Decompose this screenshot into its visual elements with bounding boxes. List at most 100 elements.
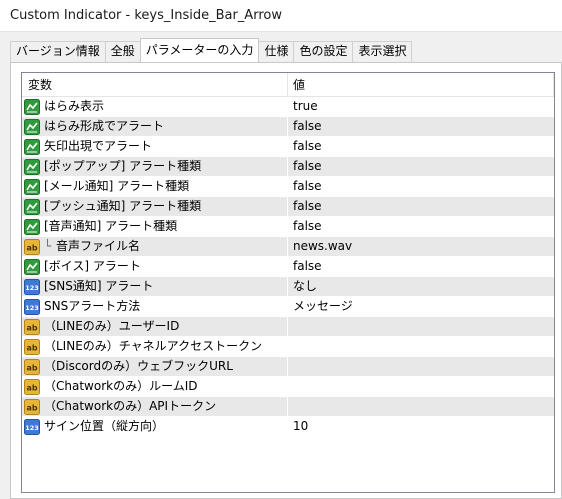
tree-indent-line: └ xyxy=(44,239,52,253)
value-cell[interactable] xyxy=(288,397,554,416)
value-cell[interactable] xyxy=(288,357,554,376)
svg-text:ab: ab xyxy=(26,383,37,392)
value-cell[interactable] xyxy=(288,317,554,336)
table-row[interactable]: はらみ表示 true xyxy=(22,97,554,117)
svg-text:ab: ab xyxy=(26,363,37,372)
table-row[interactable]: 123 サイン位置（縦方向） 10 xyxy=(22,417,554,437)
boolean-icon xyxy=(24,258,40,275)
tab-specification[interactable]: 仕様 xyxy=(258,41,295,62)
svg-text:ab: ab xyxy=(26,403,37,412)
table-row[interactable]: ab （Chatworkのみ）APIトークン xyxy=(22,397,554,417)
boolean-icon xyxy=(24,98,40,115)
variable-cell: [メール通知] アラート種類 xyxy=(22,177,288,196)
variable-cell: 123 サイン位置（縦方向） xyxy=(22,417,288,436)
value-cell[interactable]: false xyxy=(288,177,554,196)
variable-cell: ab （Chatworkのみ）APIトークン xyxy=(22,397,288,416)
variable-cell: ab （Chatworkのみ）ルームID xyxy=(22,377,288,396)
value-cell[interactable]: 10 xyxy=(288,417,554,436)
window-title: Custom Indicator - keys_Inside_Bar_Arrow xyxy=(0,0,562,32)
string-icon: ab xyxy=(24,398,40,415)
table-row[interactable]: [プッシュ通知] アラート種類 false xyxy=(22,197,554,217)
tab-color-settings[interactable]: 色の設定 xyxy=(293,41,354,62)
variable-cell: [プッシュ通知] アラート種類 xyxy=(22,197,288,216)
variable-cell: [ボイス] アラート xyxy=(22,257,288,276)
svg-text:ab: ab xyxy=(26,323,37,332)
value-cell[interactable]: false xyxy=(288,157,554,176)
value-cell[interactable]: news.wav xyxy=(288,237,554,256)
svg-text:ab: ab xyxy=(26,343,37,352)
table-row[interactable]: 矢印出現でアラート false xyxy=(22,137,554,157)
tab-bar: バージョン情報 全般 パラメーターの入力 仕様 色の設定 表示選択 xyxy=(10,38,413,62)
variable-cell: 123 [SNS通知] アラート xyxy=(22,277,288,296)
value-cell[interactable]: false xyxy=(288,117,554,136)
value-cell[interactable]: false xyxy=(288,197,554,216)
table-row[interactable]: [ポップアップ] アラート種類 false xyxy=(22,157,554,177)
variable-cell: ab （Discordのみ）ウェブフックURL xyxy=(22,357,288,376)
svg-text:123: 123 xyxy=(25,304,39,312)
grid-rows: はらみ表示 true はらみ形成でアラート false 矢印出現でアラート false [ポ… xyxy=(22,97,554,437)
table-row[interactable]: 123 SNSアラート方法 メッセージ xyxy=(22,297,554,317)
header-value[interactable]: 値 xyxy=(288,73,554,96)
tab-input-parameters[interactable]: パラメーターの入力 xyxy=(139,38,260,62)
integer-icon: 123 xyxy=(24,298,40,315)
table-row[interactable]: ab （LINEのみ）ユーザーID xyxy=(22,317,554,337)
tab-panel: 変数 値 はらみ表示 true はらみ形成でアラート false 矢印出現でアラート fa… xyxy=(10,62,562,499)
table-row[interactable]: [メール通知] アラート種類 false xyxy=(22,177,554,197)
value-cell[interactable]: なし xyxy=(288,277,554,296)
value-cell[interactable]: false xyxy=(288,257,554,276)
variable-name: （Discordのみ）ウェブフックURL xyxy=(44,359,233,373)
variable-name: サイン位置（縦方向） xyxy=(44,419,165,433)
integer-icon: 123 xyxy=(24,278,40,295)
table-row[interactable]: [ボイス] アラート false xyxy=(22,257,554,277)
value-cell[interactable] xyxy=(288,377,554,396)
variable-name: （Chatworkのみ）ルームID xyxy=(44,379,198,393)
variable-cell: はらみ表示 xyxy=(22,97,288,116)
value-cell[interactable] xyxy=(288,337,554,356)
string-icon: ab xyxy=(24,318,40,335)
variable-name: はらみ形成でアラート xyxy=(44,119,165,133)
variable-cell: はらみ形成でアラート xyxy=(22,117,288,136)
svg-text:ab: ab xyxy=(26,243,37,252)
table-row[interactable]: [音声通知] アラート種類 false xyxy=(22,217,554,237)
tab-version-info[interactable]: バージョン情報 xyxy=(10,41,106,62)
table-row[interactable]: ab └ 音声ファイル名 news.wav xyxy=(22,237,554,257)
value-cell[interactable]: メッセージ xyxy=(288,297,554,316)
variable-name: [メール通知] アラート種類 xyxy=(44,179,190,193)
variable-cell: 矢印出現でアラート xyxy=(22,137,288,156)
variable-name: [ポップアップ] アラート種類 xyxy=(44,159,202,173)
table-row[interactable]: ab （Discordのみ）ウェブフックURL xyxy=(22,357,554,377)
tab-general[interactable]: 全般 xyxy=(104,41,141,62)
variable-cell: ab （LINEのみ）ユーザーID xyxy=(22,317,288,336)
table-row[interactable]: 123 [SNS通知] アラート なし xyxy=(22,277,554,297)
string-icon: ab xyxy=(24,358,40,375)
variable-name: （Chatworkのみ）APIトークン xyxy=(44,399,217,413)
boolean-icon xyxy=(24,198,40,215)
value-cell[interactable]: false xyxy=(288,217,554,236)
string-icon: ab xyxy=(24,238,40,255)
string-icon: ab xyxy=(24,338,40,355)
table-row[interactable]: ab （Chatworkのみ）ルームID xyxy=(22,377,554,397)
integer-icon: 123 xyxy=(24,418,40,435)
parameter-grid: 変数 値 はらみ表示 true はらみ形成でアラート false 矢印出現でアラート fa… xyxy=(21,72,555,493)
table-row[interactable]: はらみ形成でアラート false xyxy=(22,117,554,137)
boolean-icon xyxy=(24,158,40,175)
variable-name: [ボイス] アラート xyxy=(44,259,141,273)
boolean-icon xyxy=(24,218,40,235)
header-variable[interactable]: 変数 xyxy=(22,73,288,96)
variable-name: [SNS通知] アラート xyxy=(44,279,154,293)
grid-header: 変数 値 xyxy=(22,73,554,97)
variable-cell: 123 SNSアラート方法 xyxy=(22,297,288,316)
variable-name: （LINEのみ）ユーザーID xyxy=(44,319,180,333)
variable-name: 音声ファイル名 xyxy=(56,239,141,253)
variable-name: 矢印出現でアラート xyxy=(44,139,153,153)
boolean-icon xyxy=(24,138,40,155)
variable-name: [プッシュ通知] アラート種類 xyxy=(44,199,202,213)
table-row[interactable]: ab （LINEのみ）チャネルアクセストークン xyxy=(22,337,554,357)
boolean-icon xyxy=(24,118,40,135)
tab-display-selection[interactable]: 表示選択 xyxy=(352,41,413,62)
value-cell[interactable]: false xyxy=(288,137,554,156)
variable-cell: ab （LINEのみ）チャネルアクセストークン xyxy=(22,337,288,356)
value-cell[interactable]: true xyxy=(288,97,554,116)
variable-cell: ab └ 音声ファイル名 xyxy=(22,237,288,256)
variable-name: SNSアラート方法 xyxy=(44,299,141,313)
